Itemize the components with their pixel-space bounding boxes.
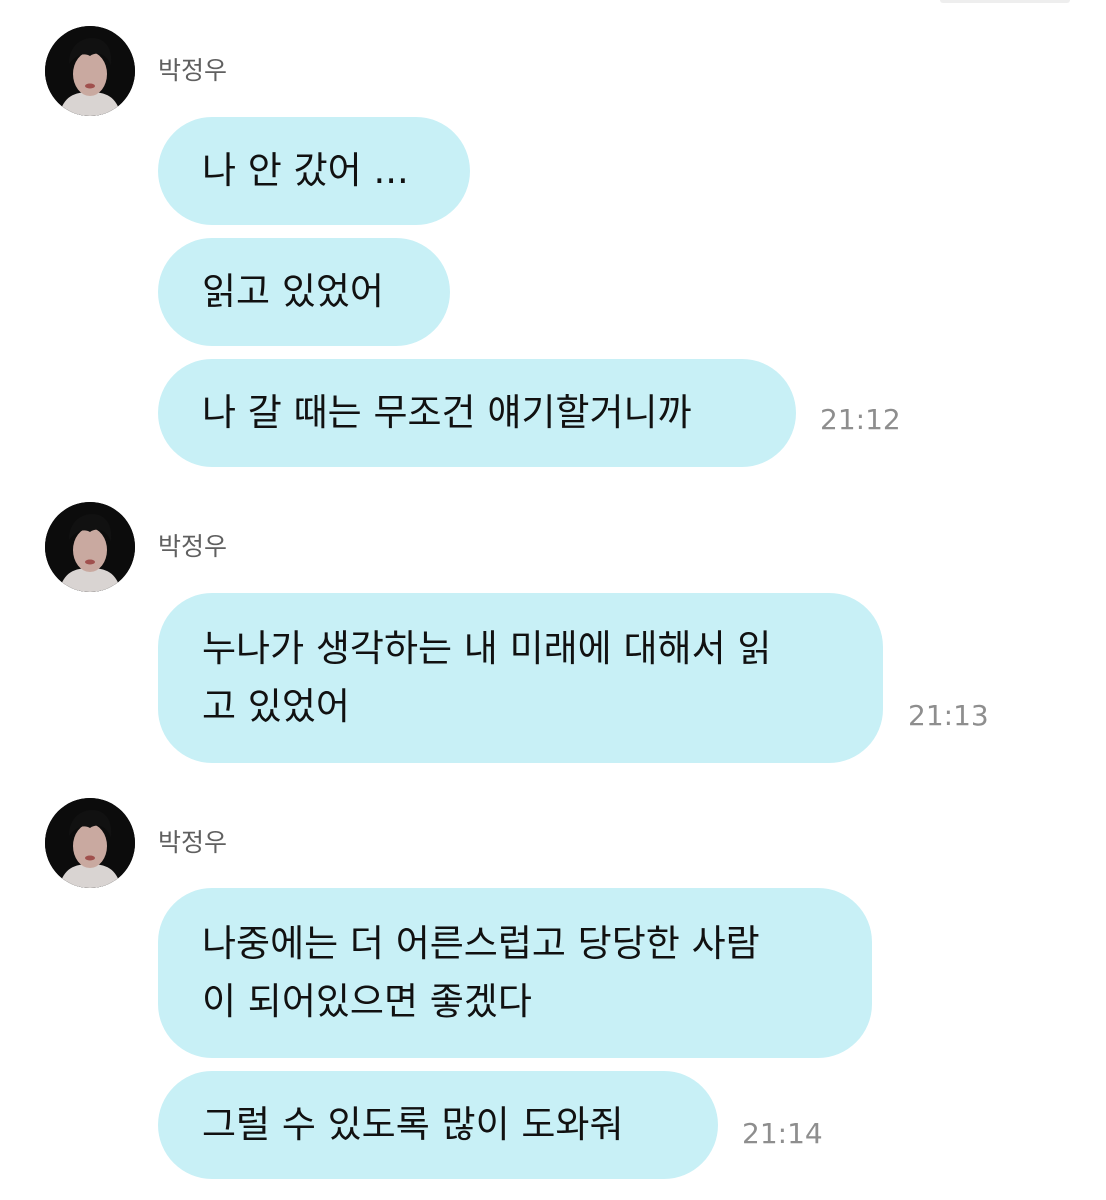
message-bubble[interactable]: 그럴 수 있도록 많이 도와줘 xyxy=(158,1071,718,1179)
message-bubble[interactable]: 누나가 생각하는 내 미래에 대해서 읽 고 있었어 xyxy=(158,593,883,763)
message-text-line: 나중에는 더 어른스럽고 당당한 사람 xyxy=(202,922,760,965)
message-timestamp: 21:14 xyxy=(742,1117,823,1150)
message-text: 나 갈 때는 무조건 얘기할거니까 xyxy=(202,391,692,434)
profile-photo-icon xyxy=(45,26,135,116)
profile-photo-icon xyxy=(45,798,135,888)
message-bubble[interactable]: 나 안 갔어 ... xyxy=(158,117,470,225)
profile-photo-icon xyxy=(45,502,135,592)
message-bubble[interactable]: 나 갈 때는 무조건 얘기할거니까 xyxy=(158,359,796,467)
message-bubble[interactable]: 나중에는 더 어른스럽고 당당한 사람 이 되어있으면 좋겠다 xyxy=(158,888,872,1058)
message-text: 읽고 있었어 xyxy=(202,270,384,313)
message-text-line: 고 있었어 xyxy=(202,685,350,728)
message-timestamp: 21:12 xyxy=(820,403,901,436)
sender-name: 박정우 xyxy=(158,56,228,85)
message-text-line: 이 되어있으면 좋겠다 xyxy=(202,980,532,1023)
profile-avatar[interactable] xyxy=(45,798,135,888)
profile-avatar[interactable] xyxy=(45,502,135,592)
message-text-line: 누나가 생각하는 내 미래에 대해서 읽 xyxy=(202,627,772,670)
message-bubble[interactable]: 읽고 있었어 xyxy=(158,238,450,346)
message-text: 나 안 갔어 ... xyxy=(202,149,409,192)
sender-name: 박정우 xyxy=(158,828,228,857)
status-bar-edge xyxy=(940,0,1070,3)
profile-avatar[interactable] xyxy=(45,26,135,116)
sender-name: 박정우 xyxy=(158,532,228,561)
message-timestamp: 21:13 xyxy=(908,699,989,732)
message-text: 그럴 수 있도록 많이 도와줘 xyxy=(202,1103,624,1146)
